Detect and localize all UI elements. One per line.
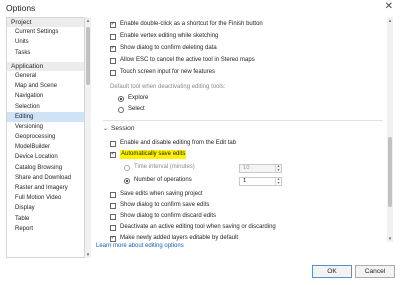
checkbox[interactable] <box>110 57 116 64</box>
spin-arrows-icon[interactable]: ▲ ▼ <box>275 164 281 172</box>
option-double-click-finish[interactable]: ✓ Enable double-click as a shortcut for … <box>110 20 263 29</box>
radio-label: Explore <box>128 95 149 101</box>
option-save-edits-with-project[interactable]: Save edits when saving project <box>110 190 203 199</box>
content-scrollbar[interactable]: ▲ ▼ <box>387 17 393 242</box>
scroll-down-icon[interactable]: ▼ <box>387 236 393 241</box>
sidebar-scrollbar[interactable]: ▲ ▼ <box>85 17 91 258</box>
option-enable-disable-edit-tab[interactable]: Enable and disable editing from the Edit… <box>110 139 236 148</box>
radio-button[interactable] <box>124 164 130 171</box>
editing-options-panel: ✓ Enable double-click as a shortcut for … <box>93 17 387 258</box>
option-label: Make newly added layers editable by defa… <box>120 235 239 241</box>
sidebar-group-application: Application <box>7 61 84 71</box>
checkbox[interactable] <box>110 69 116 76</box>
option-label: Show dialog to confirm save edits <box>120 202 210 208</box>
sidebar-item-share-and-download[interactable]: Share and Download <box>7 173 84 183</box>
sidebar-item-table[interactable]: Table <box>7 214 84 224</box>
sidebar-item-tasks[interactable]: Tasks <box>7 48 84 58</box>
checkbox[interactable]: ✓ <box>110 235 116 242</box>
option-esc-cancel-stereo[interactable]: Allow ESC to cancel the active tool in S… <box>110 56 255 65</box>
content-scroll-thumb[interactable] <box>388 137 392 207</box>
sidebar-item-units[interactable]: Units <box>7 37 84 47</box>
title-bar: Options ✕ <box>0 0 400 15</box>
checkbox[interactable]: ✓ <box>110 151 116 158</box>
option-label: Deactivate an active editing tool when s… <box>120 224 276 230</box>
window-title: Options <box>6 3 36 13</box>
sidebar-item-catalog-browsing[interactable]: Catalog Browsing <box>7 163 84 173</box>
option-confirm-save-edits[interactable]: Show dialog to confirm save edits <box>110 201 209 210</box>
sidebar-item-general[interactable]: General <box>7 71 84 81</box>
option-vertex-editing[interactable]: Enable vertex editing while sketching <box>110 32 218 41</box>
radio-explore[interactable]: Explore <box>118 94 148 103</box>
scroll-up-icon[interactable]: ▲ <box>387 18 393 23</box>
sidebar-item-map-and-scene[interactable]: Map and Scene <box>7 81 84 91</box>
scroll-down-icon[interactable]: ▼ <box>85 252 91 257</box>
option-label: Enable vertex editing while sketching <box>120 33 219 39</box>
sidebar-scroll-thumb[interactable] <box>86 27 90 85</box>
close-icon[interactable]: ✕ <box>385 1 393 12</box>
checkbox[interactable] <box>110 224 116 231</box>
radio-label: Time interval (minutes) <box>134 164 195 170</box>
sidebar-item-geoprocessing[interactable]: Geoprocessing <box>7 132 84 142</box>
radio-select[interactable]: Select <box>118 105 145 114</box>
checkbox[interactable] <box>110 202 116 209</box>
option-confirm-discard-edits[interactable]: Show dialog to confirm discard edits <box>110 212 216 221</box>
session-section-header[interactable]: ⌄ Session <box>103 125 135 132</box>
checkbox[interactable] <box>110 213 116 220</box>
radio-button[interactable] <box>118 106 124 113</box>
checkbox[interactable]: ✓ <box>110 45 116 52</box>
scroll-up-icon[interactable]: ▲ <box>85 18 91 23</box>
sidebar-item-editing[interactable]: Editing <box>7 111 84 122</box>
learn-more-link[interactable]: Learn more about editing options <box>96 243 184 249</box>
checkbox[interactable] <box>110 191 116 198</box>
option-label: Show dialog to confirm discard edits <box>120 213 217 219</box>
option-label: Allow ESC to cancel the active tool in S… <box>120 57 255 63</box>
sidebar-item-modelbuilder[interactable]: ModelBuilder <box>7 142 84 152</box>
time-interval-input[interactable]: 10 ▲ ▼ <box>239 164 282 173</box>
option-label: Show dialog to confirm deleting data <box>120 45 217 51</box>
radio-label: Select <box>128 106 145 112</box>
option-auto-save-edits[interactable]: ✓ Automatically save edits <box>110 150 187 159</box>
default-tool-label: Default tool when deactivating editing t… <box>110 84 226 90</box>
option-label: Save edits when saving project <box>120 191 203 197</box>
sidebar-item-display[interactable]: Display <box>7 203 84 213</box>
radio-number-of-operations[interactable]: Number of operations <box>124 176 192 185</box>
option-label: Enable double-click as a shortcut for th… <box>120 21 263 27</box>
option-deactivate-tool[interactable]: Deactivate an active editing tool when s… <box>110 223 276 232</box>
sidebar-group-project: Project <box>7 18 84 28</box>
radio-label: Number of operations <box>134 177 192 183</box>
options-sidebar: Project Current Settings Units Tasks App… <box>6 17 85 258</box>
sidebar-item-current-settings[interactable]: Current Settings <box>7 27 84 37</box>
spin-value: 10 <box>243 165 250 171</box>
sidebar-item-full-motion-video[interactable]: Full Motion Video <box>7 193 84 203</box>
spin-arrows-icon[interactable]: ▲ ▼ <box>275 177 281 185</box>
chevron-down-icon[interactable]: ⌄ <box>103 125 108 132</box>
option-confirm-deleting[interactable]: ✓ Show dialog to confirm deleting data <box>110 44 217 53</box>
option-label: Touch screen input for new features <box>120 69 216 75</box>
ok-button[interactable]: OK <box>312 265 352 278</box>
checkbox[interactable]: ✓ <box>110 21 116 28</box>
option-new-layers-editable[interactable]: ✓ Make newly added layers editable by de… <box>110 234 238 243</box>
sidebar-item-report[interactable]: Report <box>7 224 84 234</box>
option-label: Enable and disable editing from the Edit… <box>120 140 237 146</box>
sidebar-item-versioning[interactable]: Versioning <box>7 122 84 132</box>
radio-button[interactable] <box>118 95 124 102</box>
sidebar-item-navigation[interactable]: Navigation <box>7 91 84 101</box>
section-divider <box>103 120 383 121</box>
section-title: Session <box>111 125 135 132</box>
checkbox[interactable] <box>110 33 116 40</box>
sidebar-item-raster-and-imagery[interactable]: Raster and Imagery <box>7 183 84 193</box>
number-of-operations-input[interactable]: 1 ▲ ▼ <box>239 177 282 186</box>
option-label-highlighted: Automatically save edits <box>120 150 187 159</box>
radio-time-interval[interactable]: Time interval (minutes) <box>124 163 195 172</box>
checkbox[interactable] <box>110 140 116 147</box>
sidebar-item-selection[interactable]: Selection <box>7 102 84 112</box>
spin-value: 1 <box>243 178 247 184</box>
radio-button[interactable] <box>124 177 130 184</box>
cancel-button[interactable]: Cancel <box>355 265 395 278</box>
sidebar-item-device-location[interactable]: Device Location <box>7 152 84 162</box>
option-touch-screen[interactable]: Touch screen input for new features <box>110 68 215 77</box>
